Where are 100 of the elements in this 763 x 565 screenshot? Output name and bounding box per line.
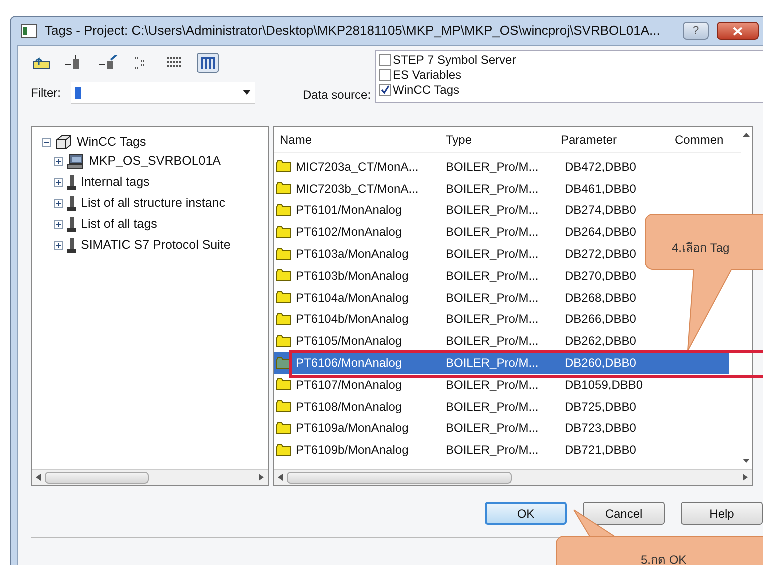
edit-tag-icon[interactable]: [99, 55, 119, 71]
tree-item[interactable]: SIMATIC S7 Protocol Suite: [81, 236, 231, 255]
table-cell-text: PT6101/MonAnalog: [296, 202, 404, 220]
left-arrow-icon[interactable]: [36, 474, 41, 481]
table-cell-text: MIC7203b_CT/MonA...: [296, 180, 420, 198]
table-cell-text: BOILER_Pro/M...: [446, 420, 540, 438]
up-arrow-icon[interactable]: [743, 133, 750, 137]
window-title: Tags - Project: C:\Users\Administrator\Desktop\MKP28181105\MKP_MP\MKP_OS\wincproj\SVRBOL01A...: [45, 22, 662, 40]
table-cell-text: BOILER_Pro/M...: [446, 333, 540, 350]
table-cell-text: PT6108/MonAnalog: [296, 398, 404, 416]
table-cell-text: PT6109b/MonAnalog: [296, 442, 410, 460]
scroll-thumb[interactable]: [287, 472, 512, 484]
expand-icon[interactable]: [54, 241, 63, 250]
column-header[interactable]: Type: [446, 130, 561, 148]
computer-icon: [67, 154, 85, 170]
callout-text: 5.กด OK: [641, 553, 687, 565]
dialog-button[interactable]: Cancel: [583, 502, 665, 525]
tree-item[interactable]: WinCC Tags: [77, 132, 146, 152]
table-row[interactable]: PT6105/MonAnalog BOILER_Pro/M... DB262,DBB0: [274, 330, 729, 352]
text-cursor: [75, 86, 81, 98]
table-row[interactable]: PT6104a/MonAnalog BOILER_Pro/M... DB268,DBB0: [274, 286, 729, 309]
table-cell-text: BOILER_Pro/M...: [446, 268, 540, 285]
connector-icon: [67, 196, 77, 212]
right-arrow-icon[interactable]: [743, 474, 748, 481]
folder-up-icon[interactable]: [33, 56, 51, 70]
table-cell-text: PT6105/MonAnalog: [296, 333, 404, 350]
table-row[interactable]: MIC7203a_CT/MonA... BOILER_Pro/M... DB472,DBB0: [274, 156, 729, 178]
down-arrow-icon[interactable]: [743, 459, 750, 463]
horizontal-scrollbar[interactable]: [274, 469, 752, 485]
table-cell-text: DB264,DBB0: [565, 224, 638, 242]
table-cell-text: DB274,DBB0: [565, 202, 638, 220]
table-cell-text: DB1059,DBB0: [565, 376, 644, 394]
table-row[interactable]: PT6109b/MonAnalog BOILER_Pro/M... DB721,DBB0: [274, 439, 729, 462]
column-header[interactable]: Name: [280, 130, 446, 148]
table-cell-text: BOILER_Pro/M...: [446, 398, 540, 416]
checkmark-icon: [380, 85, 390, 94]
table-cell-text: BOILER_Pro/M...: [446, 442, 540, 460]
connector-icon: [67, 238, 77, 254]
table-row[interactable]: PT6106/MonAnalog BOILER_Pro/M... DB260,DBB0: [274, 352, 729, 374]
tree-item[interactable]: List of all tags: [81, 215, 158, 234]
tree-item[interactable]: MKP_OS_SVRBOL01A: [89, 152, 222, 171]
expand-icon[interactable]: [54, 178, 63, 187]
table-cell-text: DB721,DBB0: [565, 442, 638, 460]
table-cell-text: BOILER_Pro/M...: [446, 290, 540, 307]
table-row[interactable]: PT6109a/MonAnalog BOILER_Pro/M... DB723,DBB0: [274, 418, 729, 440]
table-cell-text: PT6104a/MonAnalog: [296, 290, 410, 307]
expand-icon[interactable]: [54, 157, 63, 166]
table-cell-text: BOILER_Pro/M...: [446, 311, 540, 328]
scroll-thumb[interactable]: [45, 472, 149, 484]
table-row[interactable]: PT6107/MonAnalog BOILER_Pro/M... DB1059,DBB0: [274, 374, 729, 396]
dialog-button[interactable]: Help: [681, 502, 763, 525]
close-icon: [733, 26, 743, 36]
table-cell-text: PT6104b/MonAnalog: [296, 311, 410, 328]
table-cell-text: DB266,DBB0: [565, 311, 638, 328]
window-icon: [21, 24, 37, 38]
dialog-button[interactable]: OK: [485, 502, 567, 525]
connector-icon: [67, 174, 77, 190]
help-button[interactable]: ?: [683, 22, 709, 40]
table-row[interactable]: PT6101/MonAnalog BOILER_Pro/M... DB274,DBB0: [274, 200, 729, 222]
details-view-icon[interactable]: [197, 53, 219, 73]
table-cell-text: MIC7203a_CT/MonA...: [296, 158, 420, 176]
data-source-label: Data source:: [303, 87, 372, 104]
column-header[interactable]: Parameter: [561, 130, 675, 148]
dropdown-caret-icon[interactable]: [243, 90, 251, 95]
data-source-option: STEP 7 Symbol Server: [393, 54, 516, 66]
expand-icon[interactable]: [54, 220, 63, 229]
table-cell-text: BOILER_Pro/M...: [446, 224, 540, 242]
tags-folder-icon: [55, 134, 73, 150]
column-header[interactable]: Commen: [675, 130, 741, 148]
tree-item[interactable]: Internal tags: [81, 173, 150, 192]
table-cell-text: BOILER_Pro/M...: [446, 376, 540, 394]
collapse-icon[interactable]: [42, 138, 51, 146]
table-cell-text: PT6106/MonAnalog: [296, 355, 404, 372]
checkbox[interactable]: [379, 54, 392, 66]
table-cell-text: DB262,DBB0: [565, 333, 638, 350]
horizontal-scrollbar[interactable]: [32, 469, 268, 485]
right-arrow-icon[interactable]: [259, 474, 264, 481]
list-view-icon[interactable]: [165, 56, 183, 70]
table-cell-text: PT6102/MonAnalog: [296, 224, 404, 242]
table-cell-text: DB270,DBB0: [565, 268, 638, 285]
table-row[interactable]: MIC7203b_CT/MonA... BOILER_Pro/M... DB461,DBB0: [274, 178, 729, 200]
table-cell-text: PT6107/MonAnalog: [296, 376, 404, 394]
table-row[interactable]: PT6108/MonAnalog BOILER_Pro/M... DB725,DBB0: [274, 396, 729, 418]
expand-icon[interactable]: [54, 199, 63, 208]
table-row[interactable]: PT6103b/MonAnalog BOILER_Pro/M... DB270,DBB0: [274, 264, 729, 287]
table-cell-text: BOILER_Pro/M...: [446, 180, 540, 198]
table-cell-text: BOILER_Pro/M...: [446, 355, 540, 372]
table-cell-text: DB472,DBB0: [565, 158, 638, 176]
left-arrow-icon[interactable]: [278, 474, 283, 481]
filter-combo[interactable]: [71, 82, 255, 104]
table-cell-text: DB725,DBB0: [565, 398, 638, 416]
table-cell-text: DB260,DBB0: [565, 355, 638, 372]
table-cell-text: DB461,DBB0: [565, 180, 638, 198]
checkbox[interactable]: [379, 68, 392, 80]
callout-text: 4.เลือก Tag: [672, 241, 730, 255]
filter-label: Filter:: [31, 85, 61, 102]
close-button[interactable]: [717, 22, 759, 40]
checkbox[interactable]: [379, 84, 392, 96]
tree-item[interactable]: List of all structure instanc: [81, 194, 226, 213]
table-row[interactable]: PT6104b/MonAnalog BOILER_Pro/M... DB266,DBB0: [274, 308, 729, 330]
